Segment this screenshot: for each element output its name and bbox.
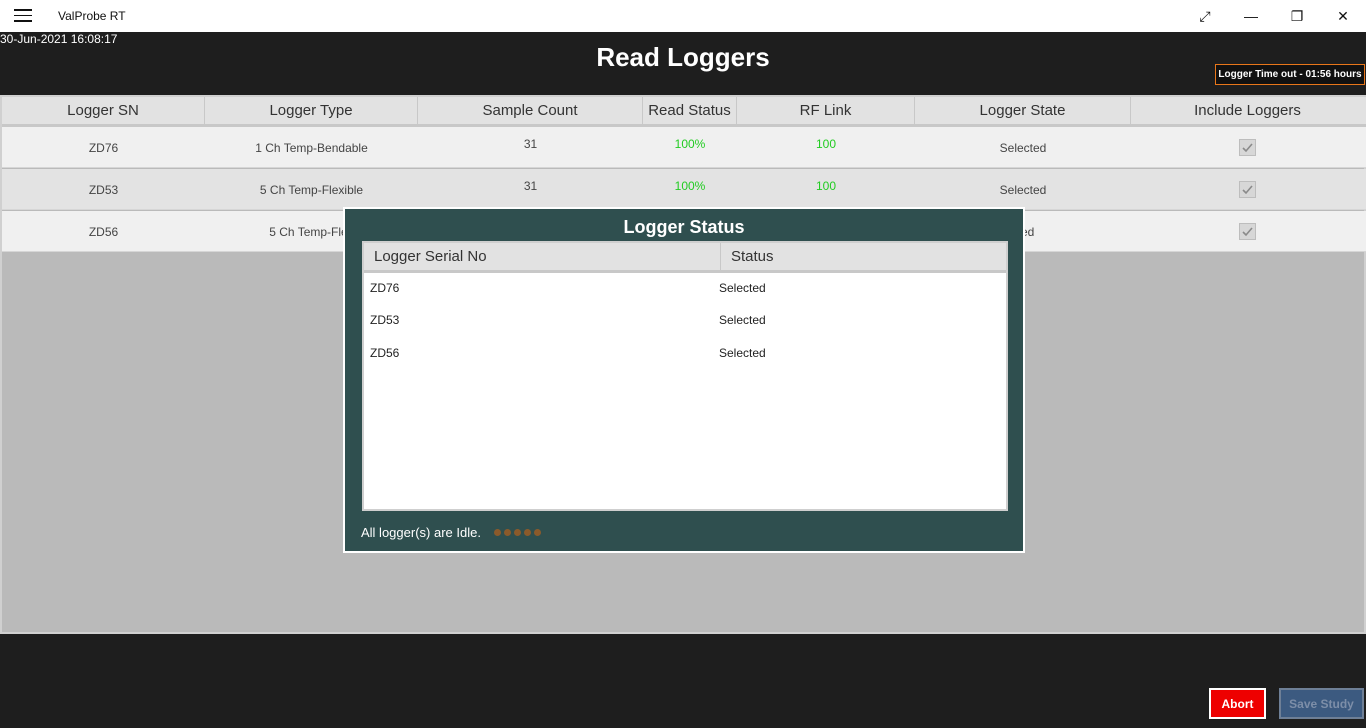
cell-logger-state: Selected <box>999 140 1047 155</box>
serial-no: ZD53 <box>370 313 400 327</box>
column-header-logger-type[interactable]: Logger Type <box>205 97 418 124</box>
table-header: Logger SN Logger Type Sample Count Read … <box>2 97 1366 127</box>
cell-logger-sn: ZD56 <box>88 224 119 239</box>
column-header-sample-count[interactable]: Sample Count <box>418 97 643 124</box>
restore-button[interactable]: ❐ <box>1274 0 1320 32</box>
list-item[interactable]: ZD53 Selected <box>364 313 1006 333</box>
cell-sample-count: 31 <box>523 137 538 151</box>
column-header-include-loggers[interactable]: Include Loggers <box>1131 97 1364 124</box>
checkmark-icon <box>1242 227 1253 237</box>
serial-no: ZD76 <box>370 281 400 295</box>
cell-rf-link: 100 <box>815 179 837 193</box>
save-study-button: Save Study <box>1279 688 1364 719</box>
checkmark-icon <box>1242 143 1253 153</box>
cell-include-logger <box>1131 211 1364 252</box>
cell-include-logger <box>1131 127 1364 168</box>
column-header-status[interactable]: Status <box>720 243 1006 270</box>
cell-read-status: 100% <box>674 137 706 151</box>
footer-bar: Abort Save Study <box>0 634 1366 728</box>
logger-status-table: Logger Serial No Status ZD76 Selected ZD… <box>362 241 1008 511</box>
progress-dots-icon <box>494 529 541 536</box>
column-header-logger-state[interactable]: Logger State <box>915 97 1131 124</box>
hamburger-menu-icon[interactable] <box>14 9 32 23</box>
column-header-logger-sn[interactable]: Logger SN <box>2 97 205 124</box>
table-row[interactable]: ZD76 1 Ch Temp-Bendable 31 100% 100 Sele… <box>2 127 1366 168</box>
abort-button[interactable]: Abort <box>1209 688 1266 719</box>
column-header-read-status[interactable]: Read Status <box>643 97 737 124</box>
cell-logger-sn: ZD76 <box>88 140 119 155</box>
list-item[interactable]: ZD76 Selected <box>364 281 1006 301</box>
logger-status-dialog: Logger Status Logger Serial No Status ZD… <box>343 207 1025 553</box>
page-header: 30-Jun-2021 16:08:17 Read Loggers Logger… <box>0 32 1366 95</box>
cell-sample-count: 31 <box>523 179 538 193</box>
dialog-table-header: Logger Serial No Status <box>364 243 1006 273</box>
status: Selected <box>719 281 766 295</box>
minimize-button[interactable]: — <box>1228 0 1274 32</box>
serial-no: ZD56 <box>370 346 400 360</box>
table-row[interactable]: ZD53 5 Ch Temp-Flexible 31 100% 100 Sele… <box>2 169 1366 210</box>
include-logger-checkbox[interactable] <box>1239 223 1256 240</box>
include-logger-checkbox[interactable] <box>1239 139 1256 156</box>
cell-logger-sn: ZD53 <box>88 182 119 197</box>
cell-include-logger <box>1131 169 1364 210</box>
column-header-rf-link[interactable]: RF Link <box>737 97 915 124</box>
dialog-title: Logger Status <box>623 217 745 237</box>
page-title: Read Loggers <box>596 42 770 72</box>
logger-timeout-badge: Logger Time out - 01:56 hours <box>1215 64 1365 85</box>
cell-logger-type: 5 Ch Temp-Flexible <box>259 182 364 197</box>
cell-logger-type: 1 Ch Temp-Bendable <box>255 140 368 155</box>
cell-logger-state: Selected <box>999 182 1047 197</box>
cell-rf-link: 100 <box>815 137 837 151</box>
expand-icon[interactable]: ⤢ <box>1182 0 1228 32</box>
status: Selected <box>719 313 766 327</box>
app-title: ValProbe RT <box>58 9 126 23</box>
status: Selected <box>719 346 766 360</box>
cell-read-status: 100% <box>674 179 706 193</box>
close-button[interactable]: ✕ <box>1320 0 1366 32</box>
column-header-logger-serial-no[interactable]: Logger Serial No <box>374 243 487 270</box>
list-item[interactable]: ZD56 Selected <box>364 346 1006 366</box>
dialog-status-message: All logger(s) are Idle. <box>361 525 481 540</box>
checkmark-icon <box>1242 185 1253 195</box>
include-logger-checkbox[interactable] <box>1239 181 1256 198</box>
title-bar: ValProbe RT ⤢ — ❐ ✕ <box>0 0 1366 32</box>
